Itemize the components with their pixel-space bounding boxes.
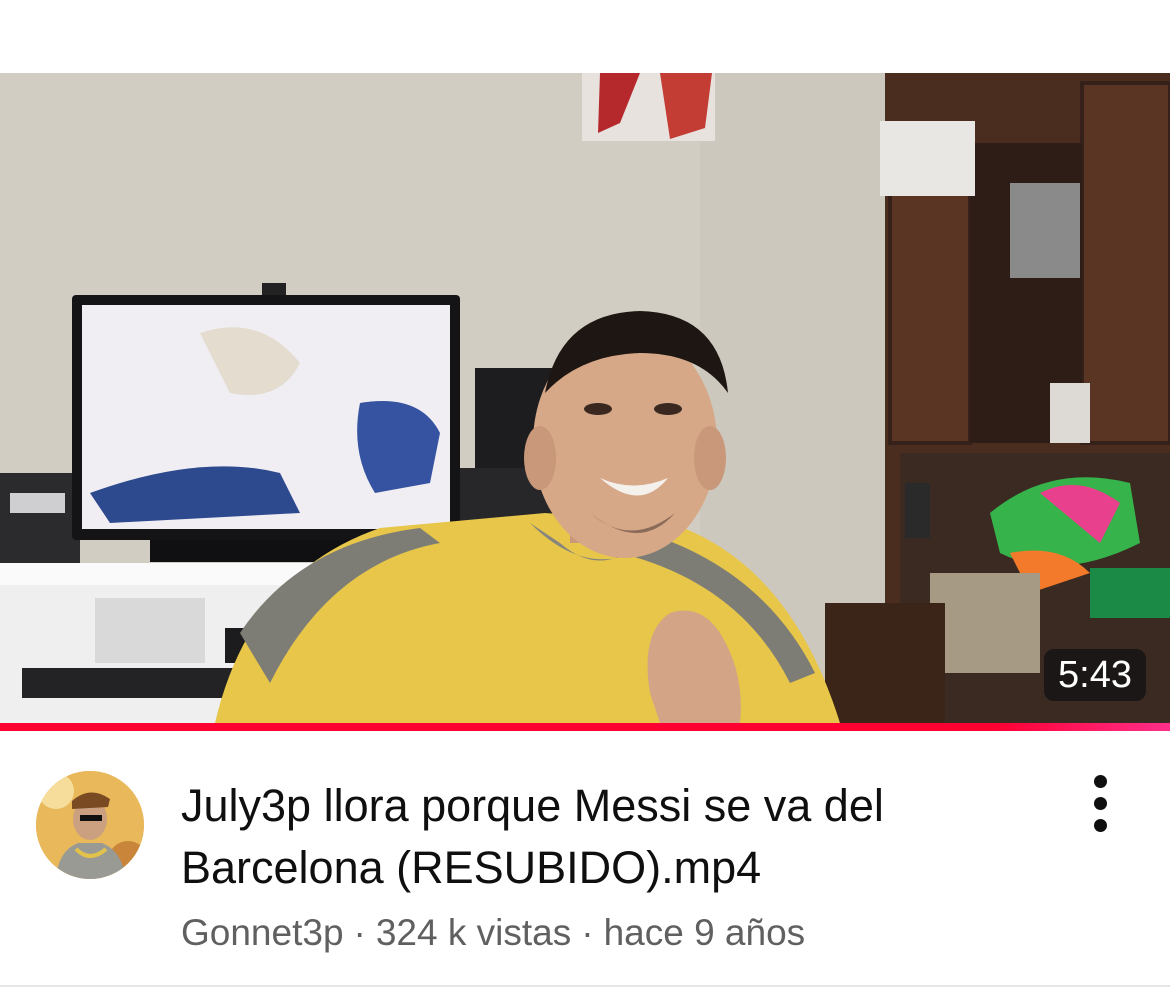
watch-progress-bar [0,723,1170,731]
video-thumbnail[interactable]: 5:43 [0,73,1170,723]
channel-name[interactable]: Gonnet3p [181,912,344,953]
video-details: July3p llora porque Messi se va del Barc… [0,731,1170,991]
video-title[interactable]: July3p llora porque Messi se va del Barc… [181,775,1041,899]
more-dot [1093,819,1107,832]
divider [0,985,1170,987]
video-metadata-line: Gonnet3p · 324 k vistas · hace 9 años [181,909,805,957]
duration-badge: 5:43 [1044,649,1146,701]
separator-dot: · [353,912,366,953]
more-dot [1093,797,1107,810]
separator-dot: · [581,912,594,953]
more-vert-icon[interactable] [1080,775,1120,839]
video-card[interactable]: 5:43 July3p llora porque Messi se va del… [0,0,1170,1002]
upload-age: hace 9 años [603,912,806,953]
channel-avatar[interactable] [36,771,144,879]
watch-progress-fill [0,723,1170,731]
view-count: 324 k vistas [375,912,572,953]
thumbnail-image [0,73,1170,723]
more-dot [1093,775,1107,788]
avatar-image [36,771,144,879]
